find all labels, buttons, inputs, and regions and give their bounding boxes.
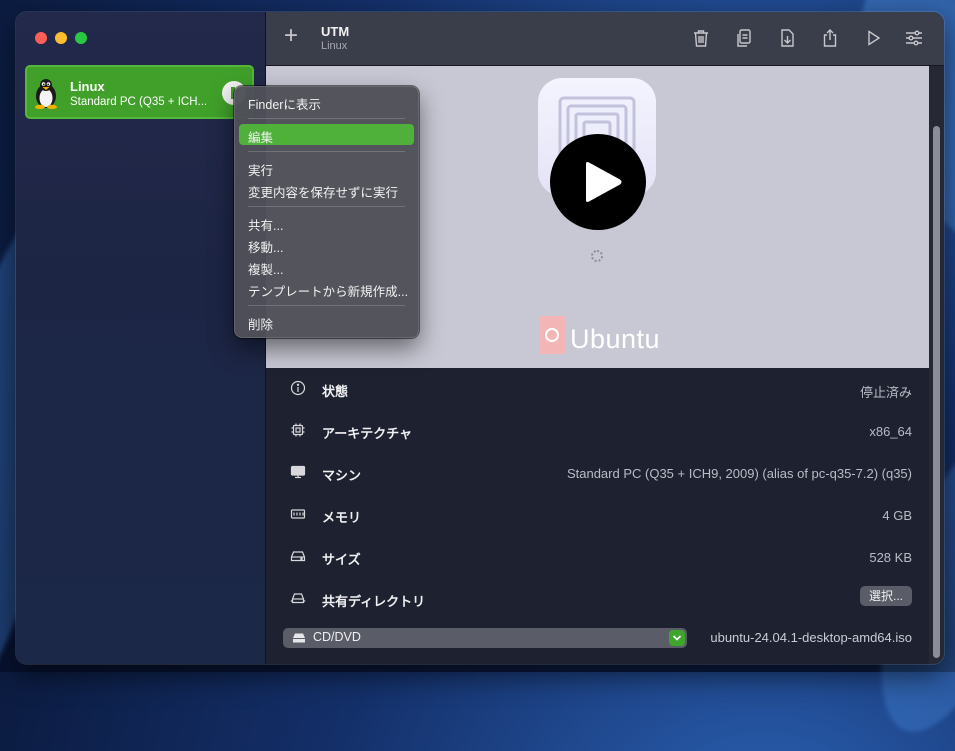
menu-item-show-in-finder[interactable]: Finderに表示	[239, 91, 414, 112]
run-icon[interactable]	[862, 27, 884, 49]
detail-label: 共有ディレクトリ	[322, 594, 426, 609]
utm-window: Linux Standard PC (Q35 + ICH... + UTM Li…	[16, 12, 944, 664]
zoom-button[interactable]	[75, 32, 87, 44]
detail-label: サイズ	[322, 552, 361, 567]
detail-value: 停止済み	[859, 385, 912, 400]
menu-item-label: 複製...	[248, 263, 284, 277]
menu-item-label: 移動...	[248, 241, 284, 255]
menu-item-new-from-template[interactable]: テンプレートから新規作成...	[239, 278, 414, 299]
menu-item-label: 変更内容を保存せずに実行	[248, 186, 399, 200]
toolbar: + UTM Linux	[266, 12, 944, 66]
settings-sliders-icon[interactable]	[903, 27, 925, 49]
detail-row-memory: メモリ 4 GB	[266, 494, 929, 536]
menu-item-label: テンプレートから新規作成...	[248, 285, 409, 299]
menu-separator	[248, 305, 405, 306]
close-button[interactable]	[35, 32, 47, 44]
detail-row-architecture: アーキテクチャ x86_64	[266, 410, 929, 452]
vm-list-item-linux[interactable]: Linux Standard PC (Q35 + ICH...	[25, 65, 254, 119]
trash-icon[interactable]	[690, 27, 712, 49]
loading-spinner-icon	[591, 250, 603, 262]
os-label: Ubuntu	[570, 324, 661, 354]
add-vm-button[interactable]: +	[284, 24, 298, 48]
menu-separator	[248, 206, 405, 207]
menu-item-edit[interactable]: 編集	[239, 124, 414, 145]
minimize-button[interactable]	[55, 32, 67, 44]
shared-drive-icon	[290, 590, 306, 606]
cpu-icon	[290, 422, 306, 438]
detail-row-size: サイズ 528 KB	[266, 536, 929, 578]
menu-separator	[248, 118, 405, 119]
detail-value: 4 GB	[882, 508, 912, 523]
vm-details: 状態 停止済み アーキテクチャ x86_64 マシン Standard PC (…	[266, 368, 929, 664]
select-shared-directory-button[interactable]: 選択...	[859, 586, 912, 606]
cd-dvd-label: CD/DVD	[313, 630, 361, 644]
drive-icon	[290, 548, 306, 564]
menu-item-move[interactable]: 移動...	[239, 234, 414, 255]
share-icon[interactable]	[819, 27, 841, 49]
detail-value: x86_64	[869, 424, 912, 439]
detail-label: アーキテクチャ	[322, 426, 413, 441]
cd-dvd-image-name: ubuntu-24.04.1-desktop-amd64.iso	[710, 630, 912, 645]
scrollbar-thumb[interactable]	[933, 126, 940, 658]
memory-icon	[290, 506, 306, 522]
menu-item-label: 共有...	[248, 219, 284, 233]
window-controls	[35, 32, 87, 44]
window-title: UTM	[321, 24, 350, 39]
detail-label: メモリ	[322, 510, 362, 525]
menu-item-run-without-saving[interactable]: 変更内容を保存せずに実行	[239, 179, 414, 200]
download-icon[interactable]	[776, 27, 798, 49]
chevron-down-icon[interactable]	[669, 630, 685, 646]
menu-item-label: 実行	[248, 164, 274, 178]
detail-label: マシン	[322, 468, 362, 483]
sidebar: Linux Standard PC (Q35 + ICH...	[16, 12, 266, 664]
scrollbar[interactable]	[929, 66, 944, 664]
detail-label: 状態	[322, 384, 349, 399]
detail-row-shared-directory: 共有ディレクトリ 選択...	[266, 578, 929, 620]
menu-item-label: 削除	[248, 318, 274, 332]
clone-icon[interactable]	[733, 27, 755, 49]
start-vm-play-button[interactable]	[550, 134, 646, 230]
detail-row-status: 状態 停止済み	[266, 368, 929, 410]
linux-penguin-icon	[35, 79, 57, 109]
menu-item-run[interactable]: 実行	[239, 157, 414, 178]
detail-value: 528 KB	[869, 550, 912, 565]
disc-drive-icon	[293, 633, 305, 643]
ubuntu-logo-icon	[540, 316, 566, 354]
display-icon	[290, 464, 306, 480]
detail-value: Standard PC (Q35 + ICH9, 2009) (alias of…	[566, 466, 912, 481]
detail-row-machine: マシン Standard PC (Q35 + ICH9, 2009) (alia…	[266, 452, 929, 494]
play-icon	[586, 162, 622, 202]
window-subtitle: Linux	[321, 40, 348, 52]
menu-item-label: Finderに表示	[248, 98, 321, 112]
menu-item-label: 編集	[248, 131, 274, 145]
menu-item-delete[interactable]: 削除	[239, 311, 414, 332]
vm-subtitle: Standard PC (Q35 + ICH...	[70, 96, 208, 108]
vm-name: Linux	[70, 79, 105, 94]
context-menu: Finderに表示 編集 実行 変更内容を保存せずに実行 共有... 移動...…	[234, 86, 419, 338]
menu-item-clone[interactable]: 複製...	[239, 256, 414, 277]
info-icon	[290, 380, 306, 396]
menu-item-share[interactable]: 共有...	[239, 212, 414, 233]
menu-separator	[248, 151, 405, 152]
cd-dvd-dropdown[interactable]: CD/DVD	[283, 628, 687, 648]
